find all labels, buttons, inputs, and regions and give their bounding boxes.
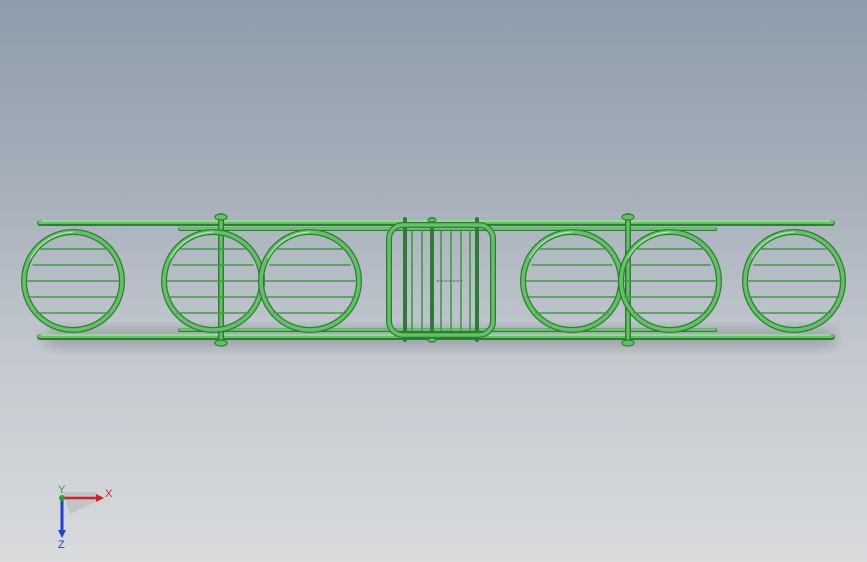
ring-2 (161, 229, 265, 333)
ring-6 (742, 229, 846, 333)
ring-3 (258, 229, 362, 333)
graphics-viewport[interactable] (0, 0, 867, 562)
ring-5 (618, 229, 722, 333)
z-axis-label: Z (58, 539, 65, 550)
x-axis-label: X (105, 488, 113, 500)
y-axis-label: Y (58, 484, 66, 496)
ring-4 (520, 229, 624, 333)
cage-frame-model[interactable] (21, 213, 846, 347)
orientation-triad: X Y Z (58, 484, 113, 550)
x-axis-arrow-icon (96, 494, 104, 502)
ring-1 (21, 229, 125, 333)
z-axis-arrow-icon (58, 530, 66, 538)
